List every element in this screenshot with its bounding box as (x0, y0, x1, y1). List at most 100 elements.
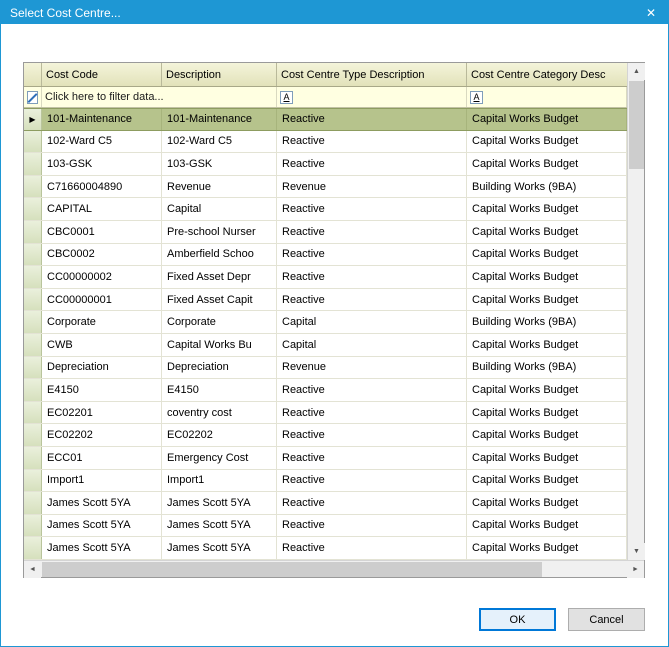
vertical-scrollbar-thumb[interactable] (629, 81, 644, 169)
table-row[interactable]: ▶ EC02201 coventry cost Reactive Capital… (24, 402, 627, 425)
row-selector-cell[interactable]: ▶ (24, 244, 42, 266)
cell-description[interactable]: Import1 (162, 470, 277, 492)
cell-type[interactable]: Reactive (277, 424, 467, 446)
cell-description[interactable]: Capital (162, 198, 277, 220)
cell-category[interactable]: Capital Works Budget (467, 244, 627, 266)
table-row[interactable]: ▶ 101-Maintenance 101-Maintenance Reacti… (24, 108, 627, 131)
table-row[interactable]: ▶ CBC0001 Pre-school Nurser Reactive Cap… (24, 221, 627, 244)
cell-cost-code[interactable]: 101-Maintenance (42, 109, 162, 130)
cell-type[interactable]: Revenue (277, 357, 467, 379)
cell-description[interactable]: coventry cost (162, 402, 277, 424)
row-selector-cell[interactable]: ▶ (24, 447, 42, 469)
cell-category[interactable]: Capital Works Budget (467, 289, 627, 311)
table-row[interactable]: ▶ James Scott 5YA James Scott 5YA Reacti… (24, 537, 627, 560)
cell-category[interactable]: Building Works (9BA) (467, 357, 627, 379)
cell-cost-code[interactable]: E4150 (42, 379, 162, 401)
cell-type[interactable]: Reactive (277, 289, 467, 311)
table-row[interactable]: ▶ EC02202 EC02202 Reactive Capital Works… (24, 424, 627, 447)
row-selector-cell[interactable]: ▶ (24, 492, 42, 514)
table-row[interactable]: ▶ James Scott 5YA James Scott 5YA Reacti… (24, 515, 627, 538)
cell-type[interactable]: Reactive (277, 492, 467, 514)
cell-type[interactable]: Capital (277, 311, 467, 333)
cell-cost-code[interactable]: CC00000002 (42, 266, 162, 288)
row-selector-cell[interactable]: ▶ (24, 221, 42, 243)
column-header-description[interactable]: Description (162, 63, 277, 86)
table-row[interactable]: ▶ 103-GSK 103-GSK Reactive Capital Works… (24, 153, 627, 176)
cell-description[interactable]: Fixed Asset Capit (162, 289, 277, 311)
filter-prompt[interactable]: Click here to filter data... (42, 87, 277, 107)
horizontal-scrollbar[interactable]: ◄ ► (24, 560, 644, 577)
table-row[interactable]: ▶ CWB Capital Works Bu Capital Capital W… (24, 334, 627, 357)
cell-description[interactable]: Corporate (162, 311, 277, 333)
cell-cost-code[interactable]: CAPITAL (42, 198, 162, 220)
table-row[interactable]: ▶ E4150 E4150 Reactive Capital Works Bud… (24, 379, 627, 402)
cell-description[interactable]: Amberfield Schoo (162, 244, 277, 266)
cell-description[interactable]: EC02202 (162, 424, 277, 446)
cell-category[interactable]: Capital Works Budget (467, 402, 627, 424)
row-selector-cell[interactable]: ▶ (24, 334, 42, 356)
cell-category[interactable]: Capital Works Budget (467, 379, 627, 401)
cell-type[interactable]: Reactive (277, 447, 467, 469)
cell-category[interactable]: Capital Works Budget (467, 537, 627, 559)
cell-category[interactable]: Capital Works Budget (467, 424, 627, 446)
cell-cost-code[interactable]: ECC01 (42, 447, 162, 469)
filter-edit-cell[interactable] (24, 87, 42, 107)
row-selector-cell[interactable]: ▶ (24, 470, 42, 492)
cell-description[interactable]: Emergency Cost (162, 447, 277, 469)
cell-category[interactable]: Building Works (9BA) (467, 176, 627, 198)
cell-type[interactable]: Reactive (277, 470, 467, 492)
row-selector-cell[interactable]: ▶ (24, 266, 42, 288)
row-selector-cell[interactable]: ▶ (24, 289, 42, 311)
filter-operator-icon[interactable]: A (470, 91, 483, 104)
row-selector-cell[interactable]: ▶ (24, 424, 42, 446)
row-selector-cell[interactable]: ▶ (24, 379, 42, 401)
cell-cost-code[interactable]: Depreciation (42, 357, 162, 379)
cell-description[interactable]: Fixed Asset Depr (162, 266, 277, 288)
scroll-up-icon[interactable]: ▲ (628, 63, 645, 80)
cell-type[interactable]: Reactive (277, 221, 467, 243)
cell-cost-code[interactable]: 102-Ward C5 (42, 131, 162, 153)
table-row[interactable]: ▶ CBC0002 Amberfield Schoo Reactive Capi… (24, 244, 627, 267)
cell-description[interactable]: Depreciation (162, 357, 277, 379)
table-row[interactable]: ▶ ECC01 Emergency Cost Reactive Capital … (24, 447, 627, 470)
cell-cost-code[interactable]: CBC0002 (42, 244, 162, 266)
cell-description[interactable]: Pre-school Nurser (162, 221, 277, 243)
table-row[interactable]: ▶ CC00000002 Fixed Asset Depr Reactive C… (24, 266, 627, 289)
row-selector-cell[interactable]: ▶ (24, 198, 42, 220)
cell-category[interactable]: Building Works (9BA) (467, 311, 627, 333)
cell-type[interactable]: Reactive (277, 244, 467, 266)
row-selector-cell[interactable]: ▶ (24, 537, 42, 559)
row-selector-cell[interactable]: ▶ (24, 515, 42, 537)
cell-description[interactable]: Revenue (162, 176, 277, 198)
cell-description[interactable]: E4150 (162, 379, 277, 401)
column-header-type[interactable]: Cost Centre Type Description (277, 63, 467, 86)
cell-category[interactable]: Capital Works Budget (467, 515, 627, 537)
cell-type[interactable]: Reactive (277, 537, 467, 559)
cell-type[interactable]: Reactive (277, 198, 467, 220)
cell-category[interactable]: Capital Works Budget (467, 221, 627, 243)
column-header-category[interactable]: Cost Centre Category Desc (467, 63, 627, 86)
cell-type[interactable]: Revenue (277, 176, 467, 198)
table-row[interactable]: ▶ Import1 Import1 Reactive Capital Works… (24, 470, 627, 493)
cell-cost-code[interactable]: CWB (42, 334, 162, 356)
cell-type[interactable]: Reactive (277, 379, 467, 401)
cell-category[interactable]: Capital Works Budget (467, 447, 627, 469)
cell-cost-code[interactable]: EC02202 (42, 424, 162, 446)
cell-category[interactable]: Capital Works Budget (467, 266, 627, 288)
row-selector-cell[interactable]: ▶ (24, 131, 42, 153)
table-row[interactable]: ▶ C71660004890 Revenue Revenue Building … (24, 176, 627, 199)
cell-type[interactable]: Capital (277, 334, 467, 356)
row-selector-cell[interactable]: ▶ (24, 311, 42, 333)
table-row[interactable]: ▶ CC00000001 Fixed Asset Capit Reactive … (24, 289, 627, 312)
cell-category[interactable]: Capital Works Budget (467, 153, 627, 175)
ok-button[interactable]: OK (479, 608, 556, 631)
row-selector-cell[interactable]: ▶ (24, 402, 42, 424)
scroll-right-icon[interactable]: ► (627, 561, 644, 578)
cell-category[interactable]: Capital Works Budget (467, 492, 627, 514)
cell-cost-code[interactable]: CC00000001 (42, 289, 162, 311)
filter-cell-category[interactable]: A (467, 87, 627, 107)
horizontal-scrollbar-thumb[interactable] (42, 562, 542, 577)
table-row[interactable]: ▶ Depreciation Depreciation Revenue Buil… (24, 357, 627, 380)
cell-cost-code[interactable]: EC02201 (42, 402, 162, 424)
cell-cost-code[interactable]: CBC0001 (42, 221, 162, 243)
